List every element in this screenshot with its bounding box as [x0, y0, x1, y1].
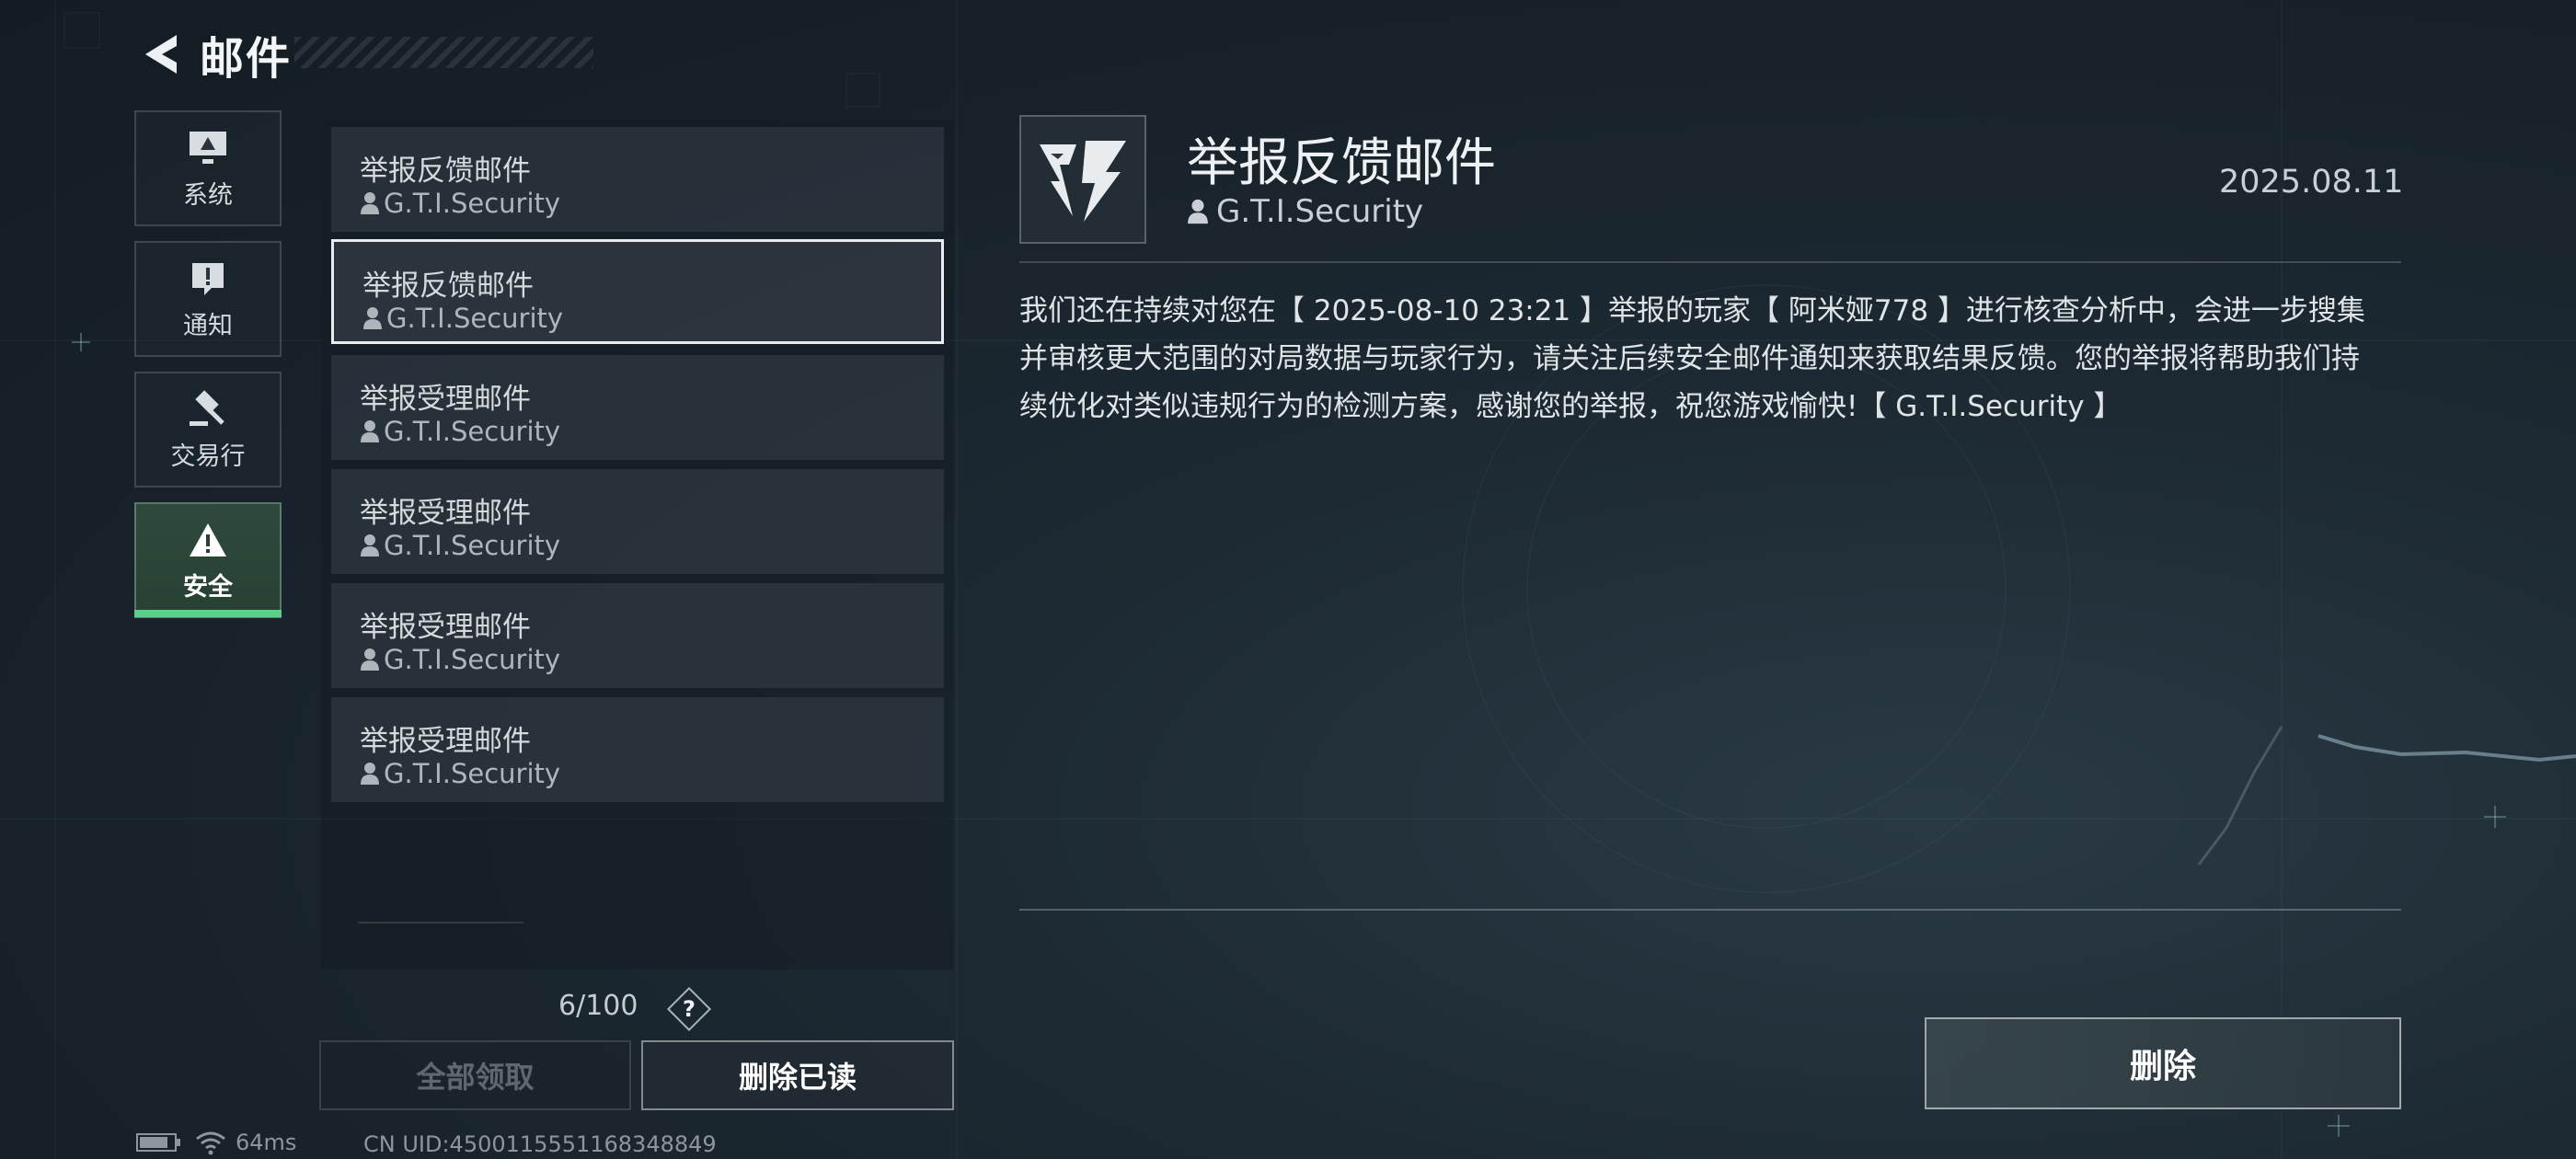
mail-item-sender: G.T.I.Security: [384, 758, 561, 789]
tab-notice-label: 通知: [183, 311, 233, 340]
mail-item[interactable]: 举报反馈邮件 G.T.I.Security: [331, 127, 944, 232]
tab-system-label: 系统: [183, 180, 233, 210]
mail-item-sender: G.T.I.Security: [386, 303, 564, 334]
tab-market[interactable]: 交易行: [134, 372, 282, 488]
panel-decoration: [358, 922, 523, 929]
divider: [1019, 909, 2401, 911]
lightning-shield-icon: [1040, 141, 1126, 222]
tab-security-label: 安全: [183, 572, 233, 602]
mail-item-selected[interactable]: 举报反馈邮件 G.T.I.Security: [331, 239, 944, 344]
detail-date: 2025.08.11: [2219, 164, 2404, 201]
mail-list[interactable]: 举报反馈邮件 G.T.I.Security 举报反馈邮件 G.T.I.Secur…: [321, 120, 954, 970]
mail-item[interactable]: 举报受理邮件 G.T.I.Security: [331, 469, 944, 574]
help-button[interactable]: ?: [666, 986, 712, 1032]
gavel-icon: [187, 388, 229, 430]
mail-item[interactable]: 举报受理邮件 G.T.I.Security: [331, 355, 944, 460]
detail-sender-name: G.T.I.Security: [1216, 193, 1424, 230]
mail-item-title: 举报受理邮件: [360, 383, 531, 416]
mail-item-title: 举报受理邮件: [360, 497, 531, 530]
claim-all-button[interactable]: 全部领取: [319, 1040, 631, 1110]
mail-item-title: 举报受理邮件: [360, 725, 531, 758]
mail-item-sender: G.T.I.Security: [384, 416, 561, 447]
tab-security[interactable]: 安全: [134, 502, 282, 618]
mail-item-title: 举报反馈邮件: [362, 270, 534, 303]
exclamation-icon: [187, 258, 229, 300]
status-bar: 64ms: [136, 1130, 296, 1155]
mail-item-sender: G.T.I.Security: [384, 644, 561, 675]
mail-item-sender: G.T.I.Security: [384, 188, 561, 219]
warning-triangle-icon: [187, 519, 229, 561]
tab-market-label: 交易行: [170, 442, 246, 471]
mail-item-title: 举报受理邮件: [360, 611, 531, 644]
person-icon: [360, 534, 380, 557]
back-arrow-icon: [145, 35, 177, 74]
battery-icon: [136, 1131, 182, 1153]
delete-read-button[interactable]: 删除已读: [641, 1040, 954, 1110]
delete-button[interactable]: 删除: [1925, 1017, 2401, 1109]
mail-item[interactable]: 举报受理邮件 G.T.I.Security: [331, 697, 944, 802]
help-label: ?: [683, 996, 696, 1022]
mail-item[interactable]: 举报受理邮件 G.T.I.Security: [331, 583, 944, 688]
detail-title: 举报反馈邮件: [1187, 133, 1496, 193]
person-icon: [360, 419, 380, 443]
header: 邮件: [133, 22, 292, 86]
user-uid: CN UID:4500115551168348849: [363, 1131, 717, 1157]
tab-system[interactable]: 系统: [134, 110, 282, 226]
person-icon: [360, 762, 380, 786]
mail-count: 6/100: [558, 990, 638, 1022]
back-button[interactable]: [133, 22, 189, 86]
divider: [1019, 261, 2401, 263]
page-title: 邮件: [200, 33, 293, 85]
ping-value: 64ms: [236, 1130, 297, 1155]
mail-item-sender: G.T.I.Security: [384, 530, 561, 561]
tab-notice[interactable]: 通知: [134, 241, 282, 357]
sender-logo: [1019, 115, 1146, 244]
wifi-icon: [195, 1130, 226, 1155]
person-icon: [362, 306, 383, 330]
person-icon: [360, 191, 380, 215]
detail-body: 我们还在持续对您在【 2025-08-10 23:21 】举报的玩家【 阿米娅7…: [1019, 294, 2365, 423]
monitor-icon: [187, 127, 229, 169]
title-decoration: [294, 37, 593, 68]
active-tab-indicator: [134, 610, 282, 617]
person-icon: [1187, 198, 1209, 225]
mail-item-title: 举报反馈邮件: [360, 155, 531, 188]
person-icon: [360, 648, 380, 671]
detail-sender: G.T.I.Security: [1187, 193, 1423, 230]
